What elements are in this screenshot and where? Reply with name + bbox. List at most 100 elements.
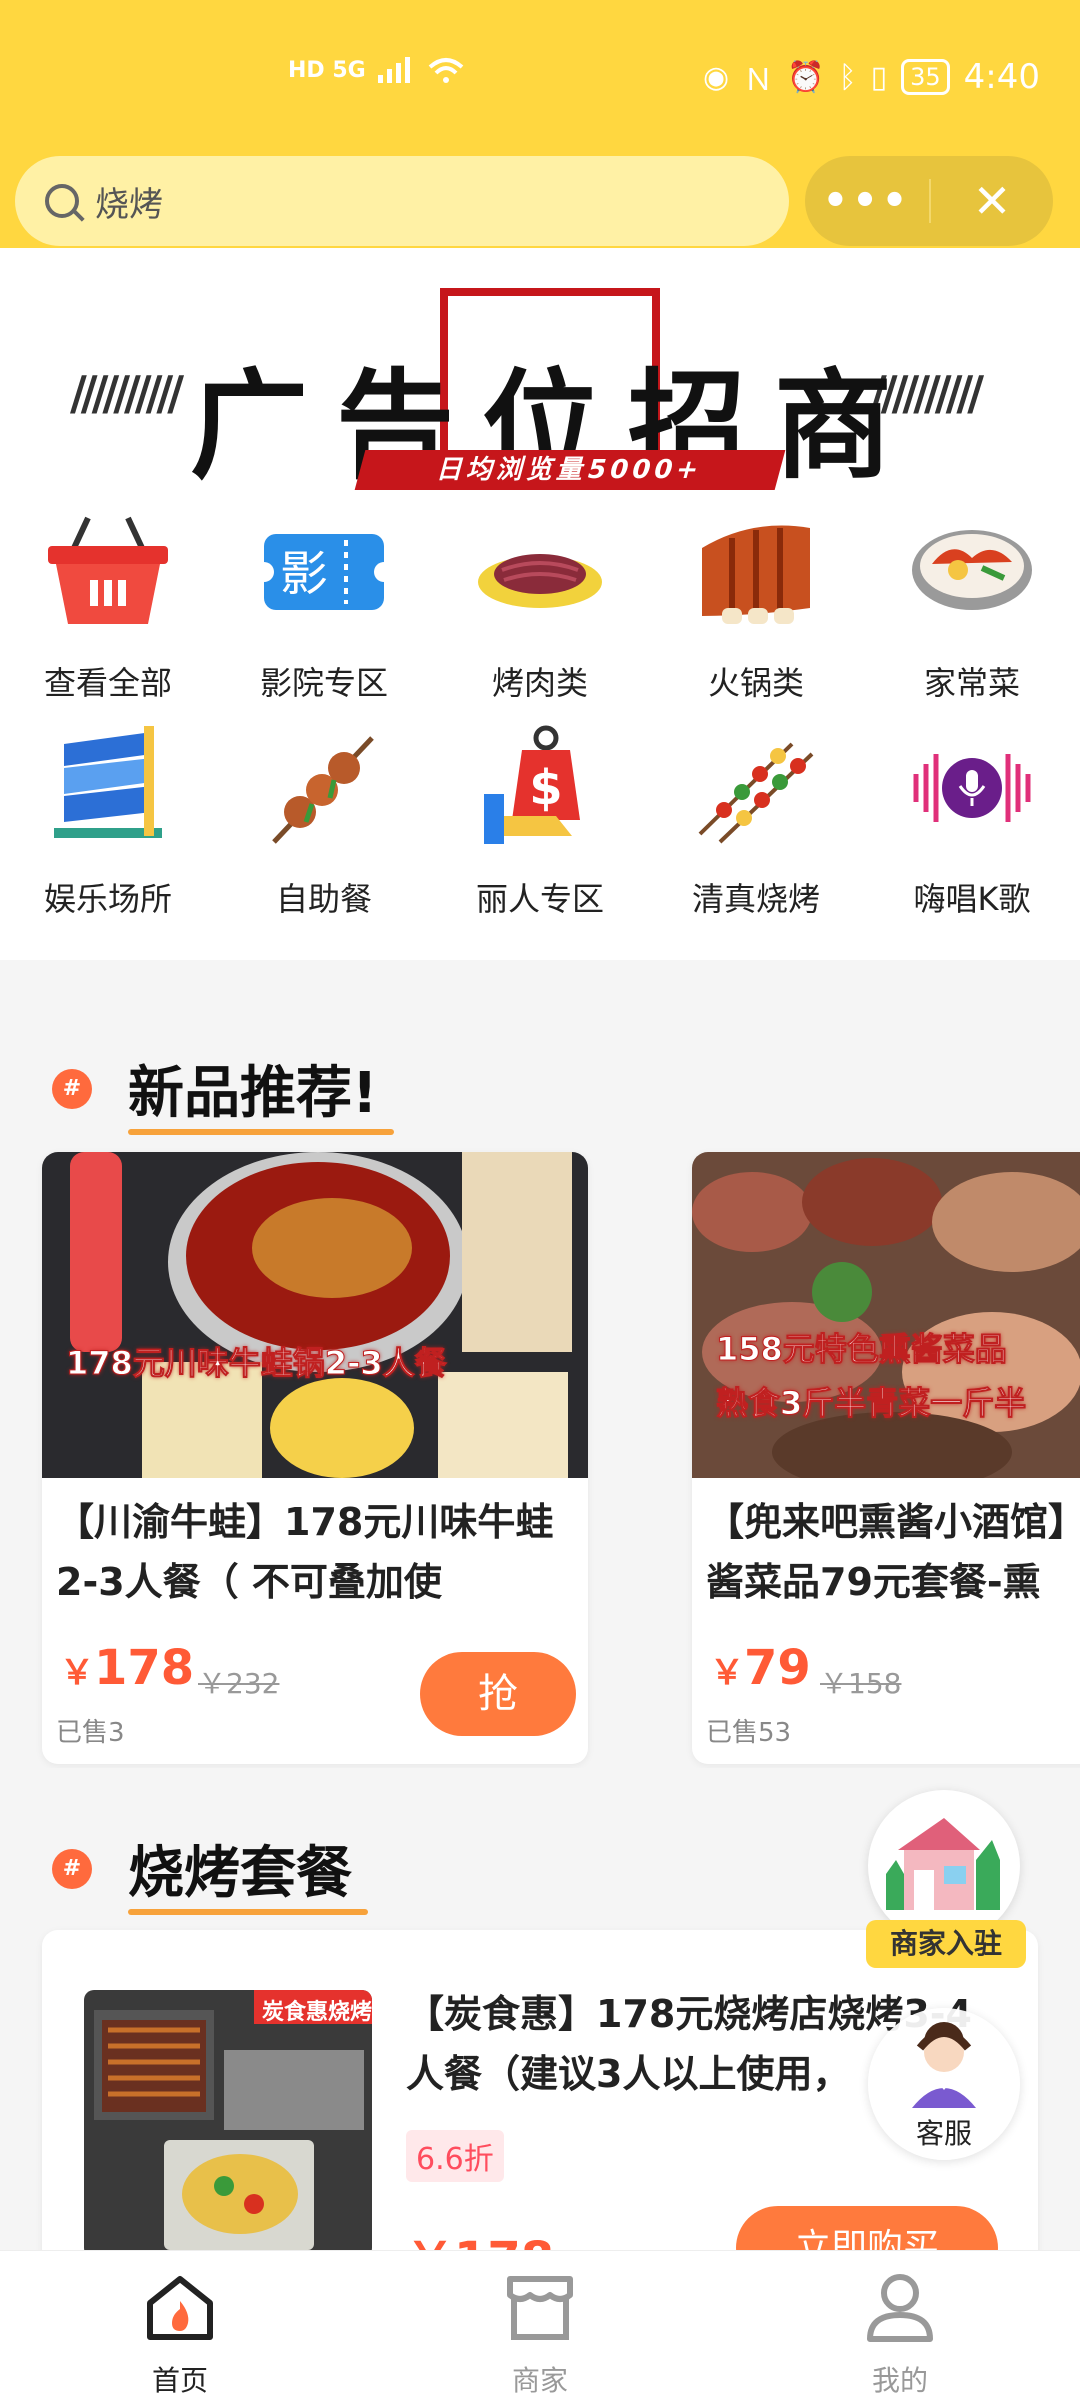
category-entertainment[interactable]: 娱乐场所: [0, 724, 216, 944]
grab-button[interactable]: 抢: [420, 1652, 576, 1736]
tab-merchants[interactable]: 商家: [360, 2251, 720, 2400]
customer-service-button[interactable]: 客服: [868, 2008, 1020, 2160]
beauty-tag-icon: $: [476, 724, 604, 852]
category-beauty[interactable]: $ 丽人专区: [432, 724, 648, 944]
tab-label: 首页: [151, 2364, 208, 2397]
product-image-caption: 熟食3斤半青菜一斤半: [715, 1384, 1027, 1423]
status-left: HD 5G: [288, 55, 466, 85]
vibrate-icon: ▯: [870, 59, 888, 95]
product-title: 【川渝牛蛙】178元川味牛蛙2-3人餐（ 不可叠加使: [56, 1500, 554, 1604]
microphone-icon: [908, 724, 1036, 852]
original-price: ￥158: [820, 1667, 902, 1700]
price-value: 79: [744, 1640, 811, 1696]
merchant-entry-button[interactable]: 商家入驻: [866, 1790, 1026, 1980]
customer-service-label: 客服: [915, 2117, 972, 2150]
signal-icon: [377, 57, 410, 83]
category-label: 火锅类: [707, 664, 804, 702]
currency-symbol: ￥: [710, 1653, 744, 1693]
top-panel: ////////// ////////// 广告位招商 日均浏览量5000+ 查…: [0, 248, 1080, 960]
category-buffet[interactable]: 自助餐: [216, 724, 432, 944]
category-cinema[interactable]: 影 影院专区: [216, 508, 432, 728]
category-label: 丽人专区: [475, 880, 604, 918]
bottom-tab-bar: 首页 商家 我的: [0, 2250, 1080, 2400]
product-price: ￥178: [60, 1640, 194, 1696]
sold-count: 已售3: [56, 1718, 125, 1748]
product-card[interactable]: 158元特色熏酱菜品 熟食3斤半青菜一斤半 【兜来吧熏酱小酒馆】熏酱菜品79元套…: [692, 1152, 1080, 1764]
status-right: ◉ Ｎ ⏰ ᛒ ▯ 35 4:40: [703, 55, 1040, 99]
customer-service-icon: [912, 2022, 976, 2108]
eye-icon: ◉: [703, 59, 730, 95]
bbq-combo-title: 烧烤套餐: [128, 1828, 368, 1915]
category-label: 清真烧烤: [691, 880, 820, 918]
new-products-header: # 新品推荐!: [52, 1048, 394, 1135]
category-karaoke[interactable]: 嗨唱K歌: [864, 724, 1080, 944]
more-button[interactable]: •••: [805, 178, 929, 224]
product-card[interactable]: 178元川味牛蛙锅2-3人餐 【川渝牛蛙】178元川味牛蛙2-3人餐（ 不可叠加…: [42, 1152, 588, 1764]
category-bbq-meat[interactable]: 烤肉类: [432, 508, 648, 728]
tab-profile[interactable]: 我的: [720, 2251, 1080, 2400]
category-hotpot[interactable]: 火锅类: [648, 508, 864, 728]
product-image: 158元特色熏酱菜品 熟食3斤半青菜一斤半: [692, 1152, 1080, 1492]
new-products-title: 新品推荐!: [128, 1048, 394, 1135]
kebab-icon: [692, 724, 820, 852]
category-label: 家常菜: [923, 664, 1020, 702]
price-value: 178: [94, 1640, 195, 1696]
store-icon: [507, 2276, 573, 2340]
category-label: 娱乐场所: [43, 880, 172, 918]
product-title: 【兜来吧熏酱小酒馆】熏酱菜品79元套餐-熏: [706, 1500, 1080, 1604]
category-label: 查看全部: [43, 664, 172, 702]
bbq-combo-header: # 烧烤套餐: [52, 1828, 368, 1915]
user-icon: [867, 2274, 933, 2342]
cinema-ticket-icon: 影: [260, 508, 388, 636]
header: HD 5G ◉ Ｎ ⏰ ᛒ ▯ 35 4:40 烧烤 ••• ✕: [0, 0, 1080, 248]
status-bar: HD 5G ◉ Ｎ ⏰ ᛒ ▯ 35 4:40: [0, 55, 1080, 105]
banner-deco-left: //////////: [70, 366, 184, 420]
svg-text:$: $: [529, 760, 562, 816]
product-image-caption: 178元川味牛蛙锅2-3人餐: [66, 1344, 448, 1383]
product-image-caption: 158元特色熏酱菜品: [716, 1330, 1008, 1369]
combo-image: 炭食惠烧烤: [84, 1990, 372, 2258]
search-query: 烧烤: [95, 184, 163, 225]
alarm-icon: ⏰: [787, 59, 825, 95]
search-icon: [45, 184, 79, 218]
category-view-all[interactable]: 查看全部: [0, 508, 216, 728]
sold-count: 已售53: [706, 1718, 792, 1748]
basket-icon: [44, 508, 172, 636]
category-label: 自助餐: [275, 880, 372, 918]
product-price: ￥79: [710, 1640, 811, 1696]
ribs-icon: [692, 508, 820, 636]
category-halal-bbq[interactable]: 清真烧烤: [648, 724, 864, 944]
combo-image-caption: 炭食惠烧烤: [262, 2000, 372, 2025]
discount-badge: 6.6折: [406, 2130, 504, 2182]
category-home-cooking[interactable]: 家常菜: [864, 508, 1080, 728]
wifi-icon: [428, 58, 464, 83]
mini-program-capsule: ••• ✕: [805, 156, 1053, 246]
new-products-section: # 新品推荐! 178元川味牛蛙锅2-3人餐 【川渝牛蛙】178元川味牛蛙2-3…: [0, 1008, 1080, 1768]
home-icon: [147, 2276, 213, 2340]
category-label: 烤肉类: [491, 664, 588, 702]
battery-level: 35: [901, 59, 950, 95]
category-label: 嗨唱K歌: [913, 880, 1031, 918]
svg-text:影: 影: [280, 546, 328, 602]
original-price: ￥232: [198, 1667, 280, 1700]
skewer-icon: [260, 724, 388, 852]
product-image: 178元川味牛蛙锅2-3人餐: [42, 1152, 588, 1478]
merchant-entry-label: 商家入驻: [866, 1920, 1026, 1968]
currency-symbol: ￥: [60, 1653, 94, 1693]
network-label: HD 5G: [288, 57, 366, 83]
grilled-meat-icon: [476, 508, 604, 636]
nfc-icon: Ｎ: [743, 63, 774, 98]
hash-icon: #: [52, 1848, 92, 1889]
slide-icon: [44, 724, 172, 852]
ad-banner[interactable]: ////////// ////////// 广告位招商 日均浏览量5000+: [60, 270, 1020, 495]
banner-subtitle: 日均浏览量5000+: [354, 450, 786, 490]
search-bar[interactable]: 烧烤: [15, 156, 789, 246]
tab-label: 商家: [511, 2364, 568, 2397]
home-dish-icon: [908, 508, 1036, 636]
close-button[interactable]: ✕: [931, 174, 1053, 228]
bluetooth-icon: ᛒ: [838, 59, 857, 95]
hash-icon: #: [52, 1068, 92, 1109]
tab-label: 我的: [871, 2364, 928, 2397]
tab-home[interactable]: 首页: [0, 2251, 360, 2400]
category-label: 影院专区: [259, 664, 388, 702]
